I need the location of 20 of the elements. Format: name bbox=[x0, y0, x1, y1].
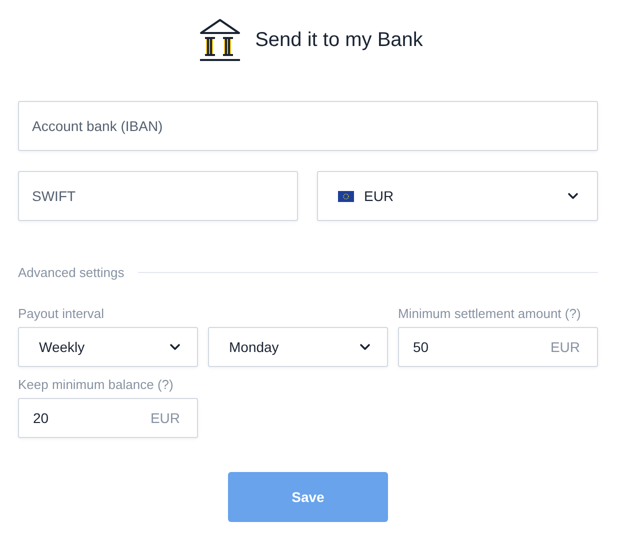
field-label: Payout interval bbox=[18, 306, 105, 321]
field-label: Minimum settlement amount (?) bbox=[398, 306, 582, 321]
currency-unit: EUR bbox=[150, 410, 180, 426]
day-select[interactable]: Monday bbox=[208, 327, 388, 367]
section-heading: Advanced settings bbox=[18, 265, 124, 280]
amount-field[interactable]: 50 EUR bbox=[398, 327, 598, 367]
value-input[interactable]: 20 bbox=[31, 409, 140, 427]
currency-select[interactable]: EUR bbox=[317, 171, 598, 221]
chevron-down-icon bbox=[169, 343, 181, 351]
field-label: Keep minimum balance (?) bbox=[18, 377, 174, 392]
value-input[interactable]: 50 bbox=[411, 338, 540, 356]
balance-field[interactable]: 20 EUR bbox=[18, 398, 198, 438]
chevron-down-icon bbox=[567, 192, 579, 200]
swift-field[interactable]: SWIFT bbox=[18, 171, 298, 221]
currency-unit: EUR bbox=[550, 339, 580, 355]
flag-icon bbox=[338, 190, 354, 202]
iban-field[interactable]: Account bank (IBAN) bbox=[18, 101, 598, 151]
page-title: Send it to my Bank bbox=[255, 28, 423, 52]
interval-select[interactable]: Weekly bbox=[18, 327, 198, 367]
chevron-down-icon bbox=[359, 343, 371, 351]
